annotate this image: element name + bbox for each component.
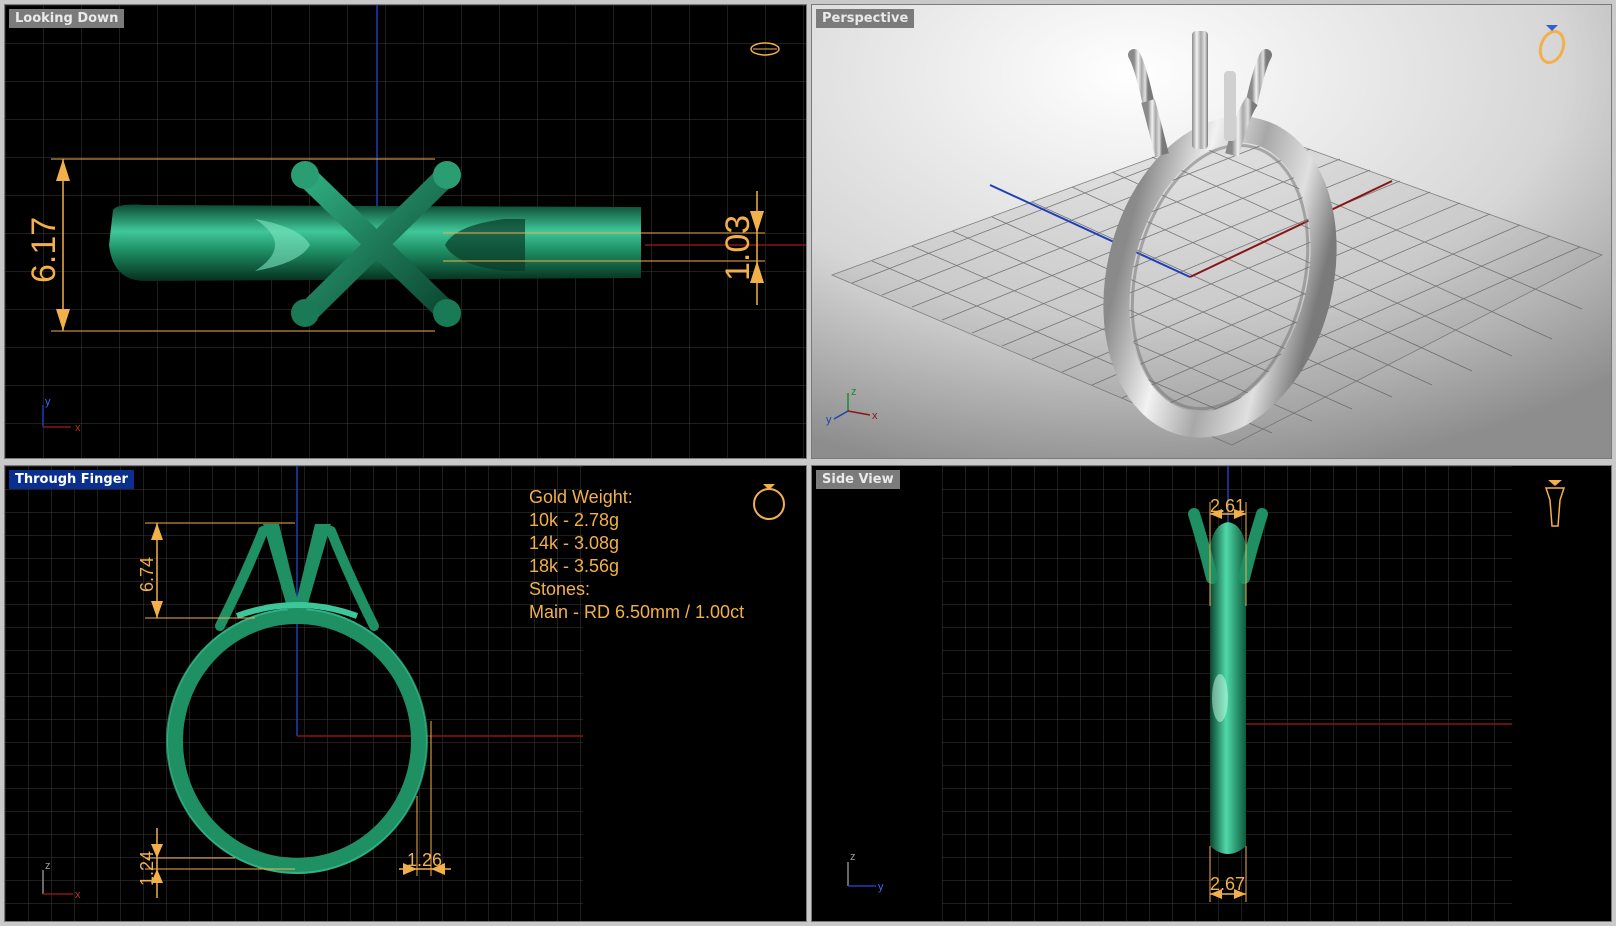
- top-view-canvas[interactable]: 6.17 1.03 y x: [5, 5, 807, 459]
- grid: [5, 466, 583, 921]
- viewport-title[interactable]: Through Finger: [9, 470, 134, 489]
- axis-z-label: z: [850, 851, 856, 863]
- gold-weight-14k: 14k - 3.08g: [529, 533, 620, 553]
- axis-x-label: x: [75, 422, 81, 434]
- viewport-title[interactable]: Side View: [816, 470, 900, 489]
- metal-weight-info: Gold Weight: 10k - 2.78g 14k - 3.08g 18k…: [529, 486, 744, 624]
- axis-x-label: x: [75, 889, 81, 901]
- gold-weight-18k: 18k - 3.56g: [529, 556, 620, 576]
- viewport-perspective[interactable]: z y x Perspective: [811, 4, 1612, 459]
- ring-side-thumbnail-icon: [1544, 480, 1566, 527]
- axis-y-label: y: [878, 881, 884, 893]
- main-stone-spec: Main - RD 6.50mm / 1.00ct: [529, 602, 745, 622]
- viewport-title[interactable]: Looking Down: [9, 9, 125, 28]
- viewport-title[interactable]: Perspective: [816, 9, 915, 28]
- dimension-width-label: 6.17: [25, 217, 63, 283]
- viewport-side-view[interactable]: 2.61 2.67 z y Side View: [811, 465, 1612, 922]
- perspective-canvas[interactable]: z y x: [812, 5, 1612, 459]
- axis-y-label: y: [826, 414, 832, 426]
- dimension-bottom-label: 2.67: [1210, 874, 1245, 894]
- viewport-looking-down[interactable]: 6.17 1.03 y x Looking Down: [4, 4, 807, 459]
- axis-x-label: x: [872, 410, 878, 422]
- dimension-top-label: 2.61: [1210, 496, 1245, 516]
- gold-weight-heading: Gold Weight:: [529, 487, 633, 507]
- dimension-band-label: 1.03: [719, 215, 757, 281]
- axis-z-label: z: [45, 860, 51, 872]
- stones-heading: Stones:: [529, 579, 591, 599]
- dimension-prong-label: 6.74: [137, 557, 157, 592]
- gold-weight-10k: 10k - 2.78g: [529, 510, 620, 530]
- dimension-bottom-label: 1.24: [137, 851, 157, 886]
- axis-gizmo: z y: [847, 851, 884, 893]
- dimension-band-thickness-label: 1.26: [407, 850, 442, 870]
- axis-y-label: y: [45, 396, 51, 408]
- axis-z-label: z: [851, 386, 857, 398]
- ring-front-thumbnail-icon: [753, 484, 785, 520]
- viewport-through-finger[interactable]: 6.74 1.24 1.26 z x Gold Weight: 10k - 2.…: [4, 465, 807, 922]
- side-view-canvas[interactable]: 2.61 2.67 z y: [812, 466, 1612, 922]
